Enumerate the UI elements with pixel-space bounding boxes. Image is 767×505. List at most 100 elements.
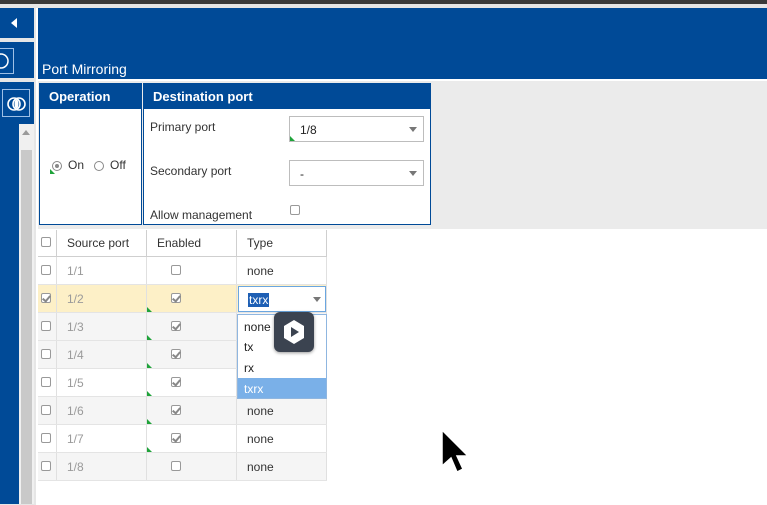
type-cell[interactable]: txrx xyxy=(237,285,327,312)
enabled-checkbox[interactable] xyxy=(171,293,181,303)
secondary-port-value: - xyxy=(300,167,304,181)
changed-marker xyxy=(147,419,152,424)
source-port-cell: 1/7 xyxy=(57,425,147,452)
destination-panel: Destination port Primary port 1/8 Second… xyxy=(143,83,431,225)
column-header-label: Source port xyxy=(67,236,130,250)
column-header-type[interactable]: Type xyxy=(237,230,327,256)
row-select-cell xyxy=(38,341,57,368)
row-select-checkbox[interactable] xyxy=(41,405,51,415)
secondary-port-select[interactable]: - xyxy=(289,160,424,186)
overlay-badge-button[interactable] xyxy=(274,312,314,352)
chevron-down-icon xyxy=(409,127,417,132)
type-select[interactable]: txrx xyxy=(238,286,326,312)
row-select-cell xyxy=(38,425,57,452)
type-cell[interactable]: none xyxy=(237,257,327,284)
type-cell[interactable]: none xyxy=(237,453,327,480)
primary-port-label: Primary port xyxy=(150,120,216,134)
nav-scrollbar-thumb[interactable] xyxy=(21,150,32,504)
dropdown-option-txrx[interactable]: txrx xyxy=(238,378,326,398)
allow-management-checkbox[interactable] xyxy=(290,205,300,215)
type-value: none xyxy=(247,404,274,418)
table-row[interactable]: 1/8 none xyxy=(38,453,327,481)
collapse-nav-button[interactable] xyxy=(0,8,34,38)
table-row[interactable]: 1/6 none xyxy=(38,397,327,425)
type-cell[interactable]: none xyxy=(237,397,327,424)
enabled-cell xyxy=(147,313,237,340)
enabled-checkbox[interactable] xyxy=(171,265,181,275)
column-header-source-port[interactable]: Source port xyxy=(57,230,147,256)
source-port-cell: 1/4 xyxy=(57,341,147,368)
dropdown-option-label: rx xyxy=(244,361,254,375)
enabled-checkbox[interactable] xyxy=(171,405,181,415)
row-select-cell xyxy=(38,369,57,396)
dropdown-option-rx[interactable]: rx xyxy=(238,357,326,377)
changed-marker xyxy=(147,363,152,368)
row-select-checkbox[interactable] xyxy=(41,293,51,303)
primary-port-select[interactable]: 1/8 xyxy=(289,116,424,142)
chevron-down-icon xyxy=(313,297,321,302)
enabled-cell xyxy=(147,285,237,312)
enabled-checkbox[interactable] xyxy=(171,461,181,471)
enabled-checkbox[interactable] xyxy=(171,321,181,331)
column-header-enabled[interactable]: Enabled xyxy=(147,230,237,256)
source-port-value: 1/7 xyxy=(67,432,84,446)
column-header-label: Type xyxy=(247,236,274,250)
left-nav xyxy=(0,8,36,505)
row-select-cell xyxy=(38,285,57,312)
enabled-checkbox[interactable] xyxy=(171,377,181,387)
dropdown-option-label: txrx xyxy=(244,382,264,396)
source-port-value: 1/5 xyxy=(67,376,84,390)
source-port-value: 1/2 xyxy=(67,292,84,306)
enabled-cell xyxy=(147,341,237,368)
select-all-checkbox[interactable] xyxy=(41,237,51,247)
operation-off-radio[interactable] xyxy=(94,161,104,171)
source-port-value: 1/8 xyxy=(67,460,84,474)
operation-panel-title: Operation xyxy=(40,84,141,109)
destination-panel-title: Destination port xyxy=(144,84,430,109)
table-row[interactable]: 1/7 none xyxy=(38,425,327,453)
scroll-up-icon[interactable] xyxy=(22,130,30,135)
type-value: none xyxy=(247,432,274,446)
source-port-cell: 1/6 xyxy=(57,397,147,424)
row-select-checkbox[interactable] xyxy=(41,433,51,443)
nav-item-previous[interactable] xyxy=(0,42,34,78)
rings-icon xyxy=(7,97,26,111)
nav-item-icon-frame xyxy=(0,48,14,74)
source-port-value: 1/4 xyxy=(67,348,84,362)
enabled-cell xyxy=(147,425,237,452)
table-row[interactable]: 1/1 none xyxy=(38,257,327,285)
type-value: none xyxy=(247,264,274,278)
allow-management-label: Allow management xyxy=(150,208,253,222)
mouse-pointer-icon xyxy=(441,428,470,474)
source-port-value: 1/6 xyxy=(67,404,84,418)
collapse-left-icon xyxy=(11,18,17,28)
enabled-cell xyxy=(147,257,237,284)
select-all-cell xyxy=(38,230,57,256)
changed-marker xyxy=(147,335,152,340)
row-select-checkbox[interactable] xyxy=(41,377,51,387)
row-select-checkbox[interactable] xyxy=(41,461,51,471)
enabled-cell xyxy=(147,369,237,396)
type-select-value: txrx xyxy=(248,293,270,307)
nav-item-icon-frame xyxy=(2,89,30,117)
overlay-badge-icon xyxy=(284,320,304,344)
row-select-checkbox[interactable] xyxy=(41,349,51,359)
page-title: Port Mirroring xyxy=(42,61,127,77)
enabled-checkbox[interactable] xyxy=(171,349,181,359)
operation-on-label: On xyxy=(68,158,85,172)
operation-panel: Operation On Off xyxy=(39,83,142,225)
row-select-checkbox[interactable] xyxy=(41,265,51,275)
page-header: Port Mirroring xyxy=(38,8,767,79)
row-select-cell xyxy=(38,257,57,284)
enabled-cell xyxy=(147,453,237,480)
dropdown-option-label: tx xyxy=(244,340,254,354)
row-select-checkbox[interactable] xyxy=(41,321,51,331)
source-port-cell: 1/1 xyxy=(57,257,147,284)
type-value: none xyxy=(247,460,274,474)
type-cell[interactable]: none xyxy=(237,425,327,452)
source-port-value: 1/1 xyxy=(67,264,84,278)
column-header-label: Enabled xyxy=(157,236,202,250)
dropdown-option-label: none xyxy=(244,320,271,334)
table-row[interactable]: 1/2 txrx xyxy=(38,285,327,313)
enabled-checkbox[interactable] xyxy=(171,433,181,443)
